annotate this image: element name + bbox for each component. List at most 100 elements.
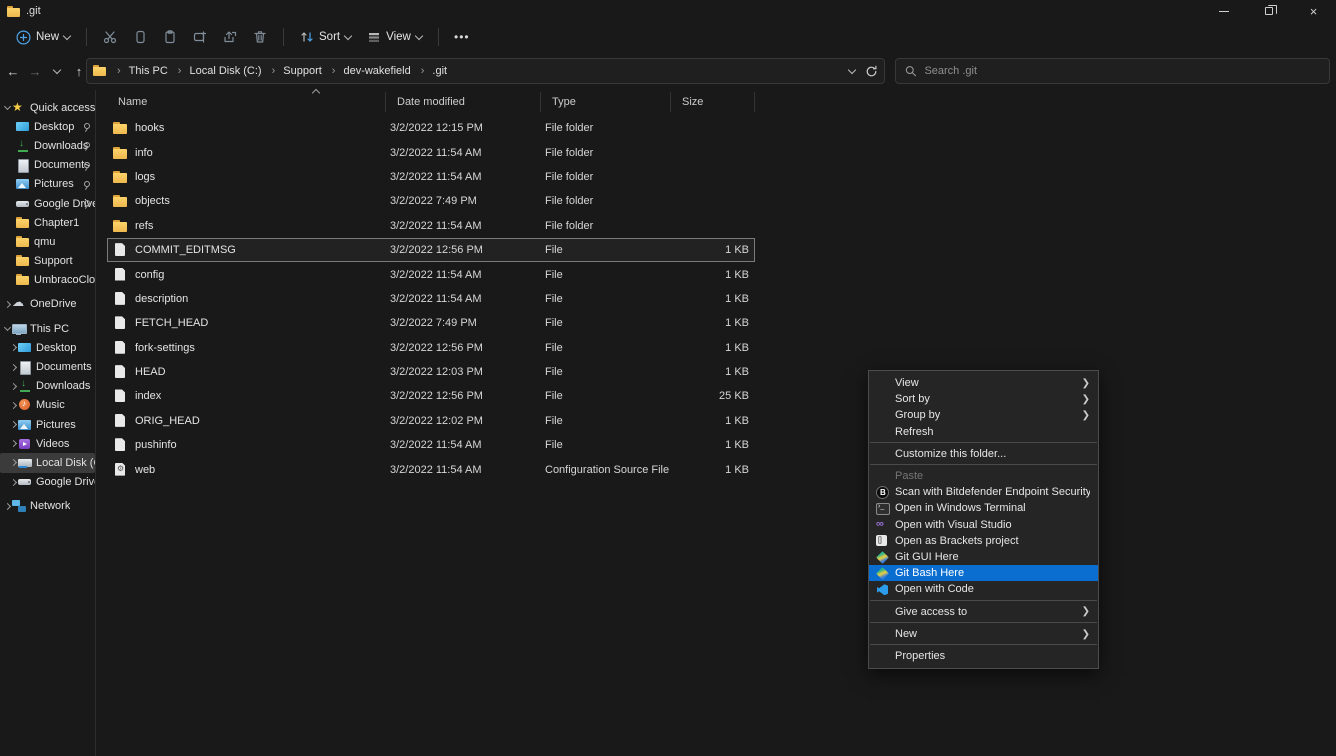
breadcrumb-segment[interactable]: Local Disk (C:) xyxy=(170,64,264,78)
refresh-icon[interactable] xyxy=(865,65,878,78)
context-menu-item[interactable]: Git Bash Here ❯ xyxy=(869,565,1098,581)
sidebar-item[interactable]: This PC xyxy=(0,319,95,338)
context-menu-item[interactable]: ❯ xyxy=(870,622,1097,623)
sidebar-item[interactable]: Quick access xyxy=(0,98,95,117)
sidebar-item[interactable]: Chapter1 xyxy=(0,213,95,232)
context-menu-item[interactable]: ❯ xyxy=(870,442,1097,443)
file-row[interactable]: pushinfo 3/2/2022 11:54 AM File 1 KB xyxy=(107,433,755,457)
sidebar-item[interactable]: Network xyxy=(0,497,95,516)
file-name: config xyxy=(135,269,164,281)
new-button[interactable]: New xyxy=(8,25,78,49)
tree-expander-icon[interactable] xyxy=(8,365,18,370)
breadcrumb-segment[interactable]: .git xyxy=(413,64,449,78)
tree-expander-icon[interactable] xyxy=(8,460,18,465)
context-menu-item[interactable]: ❯ xyxy=(870,644,1097,645)
sidebar-item[interactable]: Desktop xyxy=(0,338,95,357)
sidebar-item[interactable]: Google Drive (G:) xyxy=(0,473,95,492)
tree-expander-icon[interactable] xyxy=(2,106,12,109)
column-header[interactable]: Size xyxy=(670,92,755,112)
context-menu-item[interactable]: Git GUI Here ❯ xyxy=(869,549,1098,565)
forward-button[interactable]: → xyxy=(24,59,46,83)
share-button[interactable] xyxy=(215,25,245,49)
sidebar-item[interactable]: Music xyxy=(0,396,95,415)
sidebar-item[interactable]: OneDrive xyxy=(0,295,95,314)
file-row[interactable]: HEAD 3/2/2022 12:03 PM File 1 KB xyxy=(107,360,755,384)
context-menu-item[interactable]: ❯ xyxy=(870,600,1097,601)
address-dropdown-icon[interactable] xyxy=(848,66,856,74)
recent-locations-button[interactable] xyxy=(46,59,68,83)
sidebar-item[interactable]: Videos xyxy=(0,434,95,453)
cut-button[interactable] xyxy=(95,25,125,49)
rename-button[interactable] xyxy=(185,25,215,49)
breadcrumb-segment[interactable]: This PC xyxy=(109,64,170,78)
column-header[interactable]: Name xyxy=(107,92,385,112)
tree-expander-icon[interactable] xyxy=(8,403,18,408)
context-menu-item[interactable]: Sort by ❯ xyxy=(869,391,1098,407)
breadcrumb-segment[interactable]: dev-wakefield xyxy=(324,64,413,78)
context-menu-item[interactable]: Open with Visual Studio ❯ xyxy=(869,517,1098,533)
view-button[interactable]: View xyxy=(359,25,430,49)
delete-button[interactable] xyxy=(245,25,275,49)
context-menu-item[interactable]: View ❯ xyxy=(869,375,1098,391)
tree-expander-icon[interactable] xyxy=(2,302,12,307)
maximize-restore-button[interactable] xyxy=(1246,0,1291,22)
sidebar-item[interactable]: Documents xyxy=(0,156,95,175)
breadcrumb-segment[interactable]: Support xyxy=(264,64,324,78)
file-row[interactable]: description 3/2/2022 11:54 AM File 1 KB xyxy=(107,287,755,311)
context-menu-item[interactable]: Open in Windows Terminal ❯ xyxy=(869,500,1098,516)
context-menu-item[interactable]: Group by ❯ xyxy=(869,407,1098,423)
sidebar-item[interactable]: Downloads xyxy=(0,377,95,396)
search-box[interactable] xyxy=(895,58,1330,84)
column-header[interactable]: Type xyxy=(540,92,670,112)
sidebar-item[interactable]: UmbracoCloudClon xyxy=(0,271,95,290)
sidebar-item[interactable]: Local Disk (C:) xyxy=(0,453,95,472)
tree-expander-icon[interactable] xyxy=(8,345,18,350)
address-bar[interactable]: This PCLocal Disk (C:)Supportdev-wakefie… xyxy=(86,58,885,84)
tree-expander-icon[interactable] xyxy=(8,480,18,485)
context-menu-item[interactable]: Customize this folder... ❯ xyxy=(869,446,1098,462)
tree-expander-icon[interactable] xyxy=(8,384,18,389)
tree-expander-icon[interactable] xyxy=(8,422,18,427)
close-button[interactable]: × xyxy=(1291,0,1336,22)
sidebar-item[interactable]: qmu xyxy=(0,232,95,251)
see-more-button[interactable]: ••• xyxy=(447,25,477,49)
back-button[interactable]: ← xyxy=(2,59,24,83)
file-row[interactable]: fork-settings 3/2/2022 12:56 PM File 1 K… xyxy=(107,336,755,360)
file-row[interactable]: config 3/2/2022 11:54 AM File 1 KB xyxy=(107,262,755,286)
file-row[interactable]: ORIG_HEAD 3/2/2022 12:02 PM File 1 KB xyxy=(107,409,755,433)
copy-button[interactable] xyxy=(125,25,155,49)
sidebar-item[interactable]: Downloads xyxy=(0,136,95,155)
sidebar-item[interactable]: Pictures xyxy=(0,415,95,434)
file-row[interactable]: hooks 3/2/2022 12:15 PM File folder xyxy=(107,116,755,140)
file-row[interactable]: COMMIT_EDITMSG 3/2/2022 12:56 PM File 1 … xyxy=(107,238,755,262)
tree-expander-icon[interactable] xyxy=(2,504,12,509)
paste-button[interactable] xyxy=(155,25,185,49)
column-header[interactable]: Date modified xyxy=(385,92,540,112)
minimize-button[interactable] xyxy=(1201,0,1246,22)
context-menu-item[interactable]: ❯ xyxy=(870,464,1097,465)
context-menu-item[interactable]: Refresh ❯ xyxy=(869,424,1098,440)
file-row[interactable]: web 3/2/2022 11:54 AM Configuration Sour… xyxy=(107,457,755,481)
file-row[interactable]: FETCH_HEAD 3/2/2022 7:49 PM File 1 KB xyxy=(107,311,755,335)
sidebar-item[interactable]: Documents xyxy=(0,357,95,376)
context-menu-item[interactable]: Paste ❯ xyxy=(869,468,1098,484)
context-menu-item[interactable]: New ❯ xyxy=(869,626,1098,642)
search-input[interactable] xyxy=(924,65,1320,77)
context-menu-item[interactable]: Give access to ❯ xyxy=(869,603,1098,619)
context-menu-item[interactable]: Properties ❯ xyxy=(869,648,1098,664)
sidebar-item[interactable]: Pictures xyxy=(0,175,95,194)
file-row[interactable]: logs 3/2/2022 11:54 AM File folder xyxy=(107,165,755,189)
sidebar-item[interactable]: Support xyxy=(0,252,95,271)
file-row[interactable]: index 3/2/2022 12:56 PM File 25 KB xyxy=(107,384,755,408)
file-row[interactable]: info 3/2/2022 11:54 AM File folder xyxy=(107,140,755,164)
file-row[interactable]: refs 3/2/2022 11:54 AM File folder xyxy=(107,214,755,238)
tree-expander-icon[interactable] xyxy=(2,327,12,330)
tree-expander-icon[interactable] xyxy=(8,441,18,446)
sidebar-item[interactable]: Desktop xyxy=(0,117,95,136)
context-menu-item[interactable]: Scan with Bitdefender Endpoint Security … xyxy=(869,484,1098,500)
sidebar-item[interactable]: Google Drive (G:) xyxy=(0,194,95,213)
context-menu-item[interactable]: Open as Brackets project ❯ xyxy=(869,533,1098,549)
sort-button[interactable]: Sort xyxy=(292,25,359,49)
context-menu-item[interactable]: Open with Code ❯ xyxy=(869,581,1098,597)
file-row[interactable]: objects 3/2/2022 7:49 PM File folder xyxy=(107,189,755,213)
